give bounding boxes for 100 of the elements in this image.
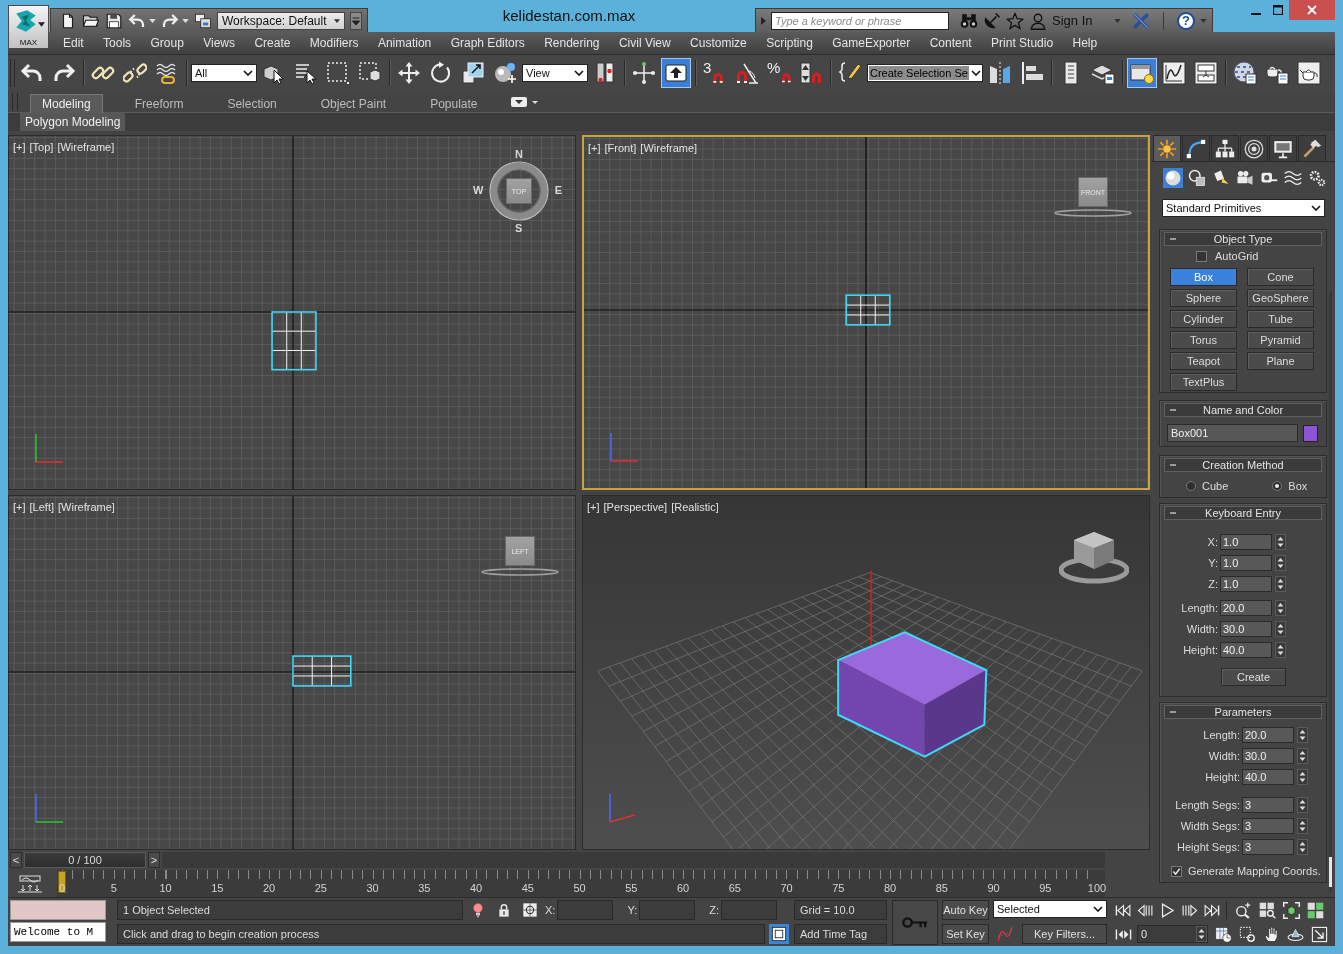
command-panel-tab[interactable] xyxy=(1240,135,1268,161)
radio-button[interactable] xyxy=(1186,481,1196,491)
menu-item[interactable]: Customize xyxy=(690,36,747,50)
ribbon-tab[interactable]: Freeform xyxy=(122,94,196,113)
spinner-icon[interactable] xyxy=(1275,533,1286,550)
customize-menu-icon[interactable] xyxy=(350,11,362,30)
go-to-start-icon[interactable] xyxy=(1115,901,1132,919)
menu-item[interactable]: Modifiers xyxy=(309,36,359,50)
color-swatch[interactable] xyxy=(1303,424,1318,442)
compass-letter[interactable]: S xyxy=(515,223,523,234)
time-marker[interactable] xyxy=(58,871,66,893)
box-object[interactable] xyxy=(837,631,988,758)
object-type-button[interactable]: Cylinder xyxy=(1170,310,1237,328)
toolbar-dropdown[interactable]: All xyxy=(191,63,257,82)
time-slider-next-button[interactable]: > xyxy=(148,852,160,868)
zoom-extents-icon[interactable] xyxy=(1283,901,1300,919)
hand-icon[interactable] xyxy=(1263,925,1280,943)
set-key-button[interactable]: Set Key xyxy=(942,924,989,944)
caret-icon[interactable] xyxy=(149,18,156,23)
toolbar-button[interactable]: 3 xyxy=(700,57,730,88)
project-folder-icon[interactable] xyxy=(194,11,212,30)
number-field[interactable]: 30.0 xyxy=(1220,620,1272,637)
name-field[interactable]: Box001 xyxy=(1167,424,1298,442)
script-output-field[interactable]: Welcome to M xyxy=(10,922,106,942)
viewport-label-menu[interactable]: [+] xyxy=(13,501,26,513)
box-wireframe[interactable] xyxy=(292,655,352,687)
menu-item[interactable]: Create xyxy=(254,36,291,50)
object-type-button[interactable]: Sphere xyxy=(1170,289,1237,307)
toolbar-button[interactable] xyxy=(661,57,691,88)
frame-field[interactable]: 0 xyxy=(1137,925,1208,943)
coordinate-field[interactable] xyxy=(557,900,614,920)
menu-item[interactable]: Group xyxy=(150,36,184,50)
rollout-header[interactable]: Parameters xyxy=(1164,705,1322,719)
category-button[interactable] xyxy=(1283,168,1303,188)
object-type-button[interactable]: Tube xyxy=(1247,310,1314,328)
user-icon[interactable] xyxy=(1029,11,1047,30)
spinner-icon[interactable] xyxy=(1297,817,1308,834)
number-field[interactable]: 40.0 xyxy=(1242,768,1294,785)
spinner-icon[interactable] xyxy=(1297,747,1308,764)
toolbar-dropdown[interactable]: View xyxy=(522,63,588,82)
ribbon-options-icon[interactable] xyxy=(509,96,540,108)
spinner-icon[interactable] xyxy=(1275,599,1286,616)
mini-curve-editor-icon[interactable] xyxy=(15,873,45,894)
command-panel-tab[interactable] xyxy=(1182,135,1210,161)
key-set-dropdown[interactable]: Selected xyxy=(993,900,1107,918)
menu-item[interactable]: GameExporter xyxy=(832,36,911,50)
number-field[interactable]: 3 xyxy=(1242,838,1294,855)
ribbon-tab[interactable]: Populate xyxy=(418,94,490,113)
crosshair-box-icon[interactable] xyxy=(522,902,538,918)
coordinate-field[interactable] xyxy=(639,900,696,920)
toolbar-button[interactable] xyxy=(1127,57,1157,88)
object-type-button[interactable]: Cone xyxy=(1247,268,1314,286)
spinner-icon[interactable] xyxy=(1275,575,1286,592)
number-field[interactable]: 3 xyxy=(1242,817,1294,834)
time-slider-thumb[interactable]: < 0 / 100 > xyxy=(10,852,162,868)
viewport-label-menu[interactable]: [Front] xyxy=(604,142,637,154)
box-wireframe[interactable] xyxy=(271,311,317,371)
number-field[interactable]: 20.0 xyxy=(1242,726,1294,743)
menu-item[interactable]: Rendering xyxy=(544,36,600,50)
rollout-header[interactable]: Object Type xyxy=(1164,232,1322,246)
checkbox[interactable] xyxy=(1196,250,1207,262)
radio-button[interactable] xyxy=(1272,481,1283,491)
next-frame-icon[interactable] xyxy=(1181,901,1198,919)
number-field[interactable]: 1.0 xyxy=(1220,533,1272,550)
viewport-label-menu[interactable]: [+] xyxy=(588,142,601,154)
menu-item[interactable]: Content xyxy=(929,36,972,50)
box-wireframe[interactable] xyxy=(845,294,891,326)
checkbox[interactable] xyxy=(1171,865,1182,877)
workspace-dropdown[interactable]: Workspace: Default xyxy=(217,11,345,30)
sign-in-link[interactable]: Sign In xyxy=(1052,13,1093,28)
lightbulb-icon[interactable] xyxy=(470,902,486,918)
menu-item[interactable]: Civil View xyxy=(618,36,671,50)
zoom-all-icon[interactable] xyxy=(1259,901,1276,919)
auto-key-button[interactable]: Auto Key xyxy=(942,900,989,920)
object-type-button[interactable]: Box xyxy=(1170,268,1237,286)
menu-item[interactable]: Tools xyxy=(103,36,132,50)
time-configuration-icon[interactable] xyxy=(1215,925,1232,943)
menu-item[interactable]: Animation xyxy=(377,36,432,50)
object-type-button[interactable]: Pyramid xyxy=(1247,331,1314,349)
script-input-field[interactable] xyxy=(10,900,106,920)
satellite-dish-icon[interactable] xyxy=(983,11,1001,30)
viewport-label-menu[interactable]: [Perspective] xyxy=(603,501,668,513)
spinner-icon[interactable] xyxy=(1275,554,1286,571)
time-slider-previous-button[interactable]: < xyxy=(10,852,22,868)
object-type-button[interactable]: Plane xyxy=(1247,352,1314,370)
viewport-label-menu[interactable]: [Wireframe] xyxy=(57,141,115,153)
ribbon-tab[interactable]: Modeling xyxy=(30,94,103,113)
object-type-button[interactable]: TextPlus xyxy=(1170,373,1237,391)
previous-frame-icon[interactable] xyxy=(1137,901,1154,919)
star-icon[interactable] xyxy=(1006,11,1024,30)
ribbon-grip[interactable] xyxy=(12,93,18,111)
category-button[interactable] xyxy=(1163,168,1183,188)
key-filters-button[interactable]: Key Filters... xyxy=(1022,924,1107,944)
time-tag-icon[interactable] xyxy=(769,924,789,944)
timeline-ruler[interactable]: 0 5 10 15 20 25 30 35 40 45 50 55 60 65 70 75 80 85 90 95 100 xyxy=(57,870,1105,897)
viewport[interactable]: [+] [Perspective] [Realistic] xyxy=(582,495,1150,850)
category-button[interactable] xyxy=(1187,168,1207,188)
viewport-label-menu[interactable]: [Realistic] xyxy=(671,501,719,513)
number-field[interactable]: 1.0 xyxy=(1220,554,1272,571)
lock-icon[interactable] xyxy=(496,902,512,918)
